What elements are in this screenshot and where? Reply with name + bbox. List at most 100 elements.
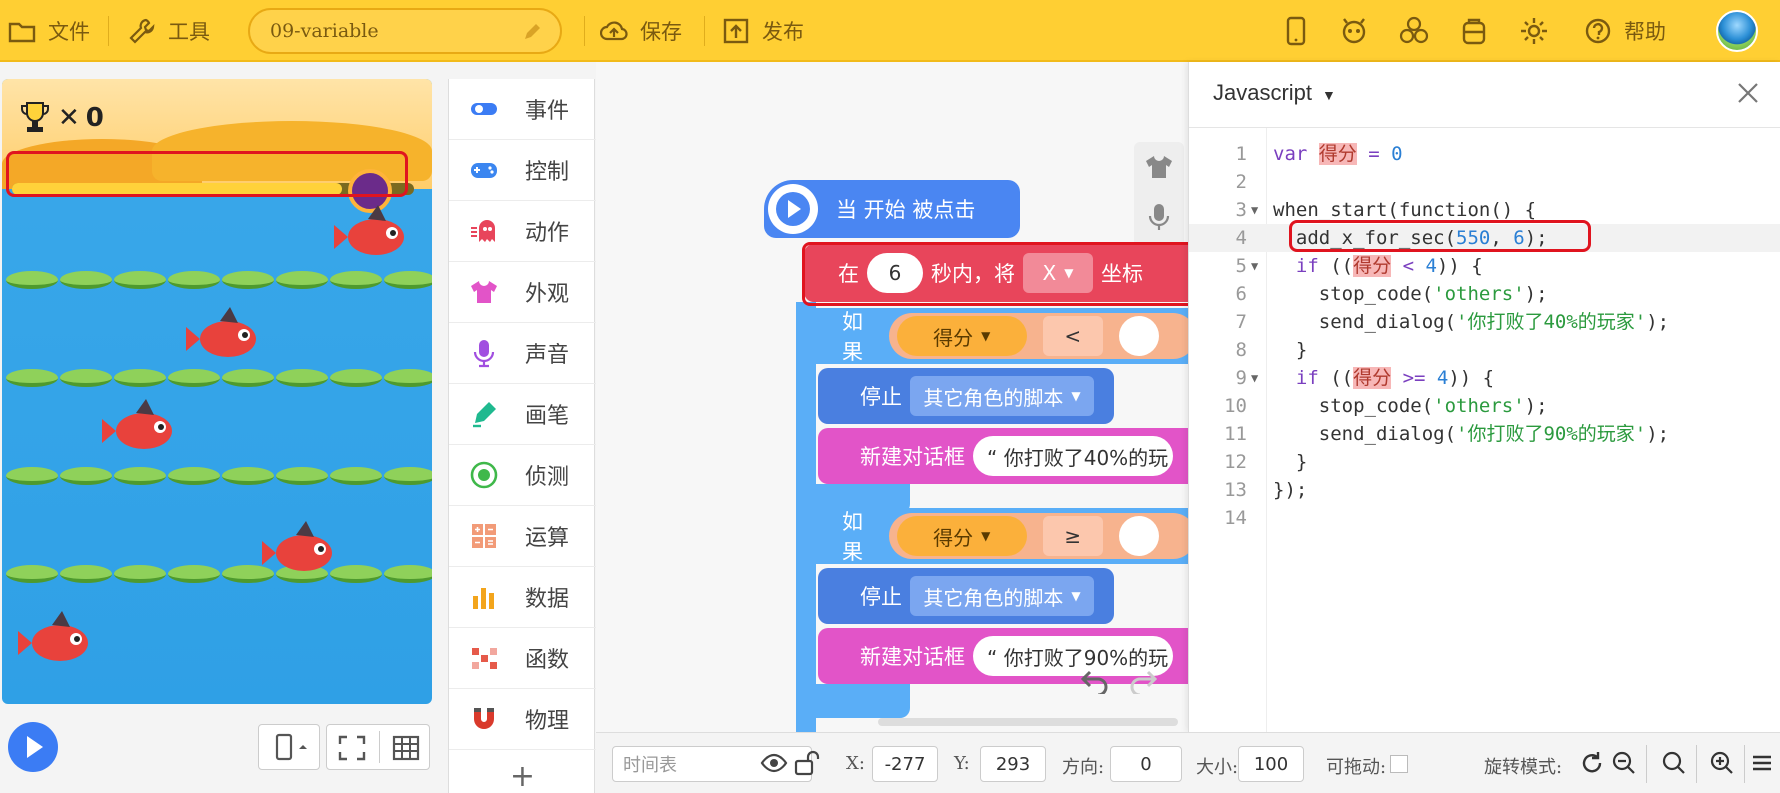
category-sensing[interactable]: 侦测 <box>449 445 596 506</box>
rotation-mode-label: 旋转模式: <box>1484 757 1563 778</box>
fold-arrow-icon[interactable]: ▼ <box>1251 252 1258 280</box>
help-button[interactable]: 帮助 <box>1584 12 1666 50</box>
backpack-icon[interactable] <box>1458 15 1490 47</box>
compare-value-input[interactable] <box>1118 316 1159 356</box>
token: if <box>1295 367 1319 389</box>
size-input[interactable]: 100 <box>1238 746 1304 782</box>
multiply-icon: ✕ <box>58 103 80 133</box>
view-controls <box>326 724 430 770</box>
fold-arrow-icon[interactable]: ▼ <box>1251 364 1258 392</box>
toolbar-divider <box>108 16 109 46</box>
when-start-hat-block[interactable]: 当 开始 被点击 <box>764 180 1020 238</box>
fish-sprite[interactable] <box>16 609 100 669</box>
eye-icon[interactable] <box>760 749 788 777</box>
undo-icon[interactable] <box>1080 668 1110 694</box>
token: = <box>1356 143 1392 165</box>
save-label: 保存 <box>640 20 682 44</box>
line-number: 9 <box>1235 367 1247 389</box>
edit-pencil-icon[interactable] <box>522 22 542 42</box>
token: stop_code( <box>1273 395 1434 417</box>
fish-sprite[interactable] <box>184 305 268 365</box>
token: 得分 <box>1353 255 1392 277</box>
fish-sprite[interactable] <box>100 397 184 457</box>
character-icon[interactable] <box>1338 15 1370 47</box>
if-block[interactable]: 如果 得分 ▼ < <box>796 308 1196 364</box>
category-events[interactable]: 事件 <box>449 79 596 140</box>
tools-menu[interactable]: 工具 <box>128 12 210 50</box>
new-dialog-block[interactable]: 新建对话框 “ 你打败了40%的玩 <box>818 428 1198 484</box>
stop-target-dropdown[interactable]: 其它角色的脚本 ▼ <box>910 576 1094 616</box>
calculator-icon <box>472 524 496 548</box>
stop-block[interactable]: 停止 其它角色的脚本 ▼ <box>818 368 1114 424</box>
variable-dropdown[interactable]: 得分 ▼ <box>896 516 1027 556</box>
close-icon[interactable] <box>1735 80 1761 106</box>
token: >= <box>1391 367 1437 389</box>
category-operators[interactable]: 运算 <box>449 506 596 567</box>
zoom-out-icon[interactable] <box>1610 749 1638 777</box>
compare-value-input[interactable] <box>1118 516 1159 556</box>
code-line: 6 stop_code('others'); <box>1189 280 1780 308</box>
stop-target-dropdown[interactable]: 其它角色的脚本 ▼ <box>910 376 1094 416</box>
y-position-input[interactable]: 293 <box>980 746 1046 782</box>
zoom-reset-icon[interactable] <box>1660 749 1688 777</box>
add-extension-icon[interactable]: + <box>449 759 596 793</box>
compare-condition[interactable]: 得分 ▼ ≥ <box>888 513 1196 559</box>
direction-input[interactable]: 0 <box>1110 746 1182 782</box>
line-number: 11 <box>1224 423 1247 445</box>
shirt-icon[interactable] <box>1144 152 1174 182</box>
user-avatar[interactable] <box>1716 10 1758 52</box>
menu-icon[interactable] <box>1748 749 1776 777</box>
operator-dropdown[interactable]: < <box>1042 316 1103 356</box>
microphone-icon <box>473 340 495 368</box>
project-name-field[interactable]: 09-variable <box>248 8 562 54</box>
category-sound[interactable]: 声音 <box>449 323 596 384</box>
publish-button[interactable]: 发布 <box>722 12 804 50</box>
category-looks[interactable]: 外观 <box>449 262 596 323</box>
redo-icon[interactable] <box>1128 668 1158 694</box>
device-toggle-button[interactable] <box>258 724 320 770</box>
run-button[interactable] <box>8 722 58 772</box>
phone-icon <box>275 733 307 761</box>
workspace-horizontal-scrollbar[interactable] <box>878 718 1178 726</box>
modules-icon[interactable] <box>1398 15 1430 47</box>
grid-icon[interactable] <box>391 734 421 762</box>
dialog-text-input[interactable]: “ 你打败了40%的玩 <box>973 436 1173 476</box>
category-motion[interactable]: 动作 <box>449 201 596 262</box>
fold-arrow-icon[interactable]: ▼ <box>1251 196 1258 224</box>
compare-condition[interactable]: 得分 ▼ < <box>888 313 1196 359</box>
x-position-input[interactable]: -277 <box>872 746 938 782</box>
code-editor[interactable]: 1 var 得分 = 0 2 3 ▼ when_start(function() { … <box>1189 128 1780 529</box>
score-value: 0 <box>85 103 104 133</box>
stop-block[interactable]: 停止 其它角色的脚本 ▼ <box>818 568 1114 624</box>
category-pen[interactable]: 画笔 <box>449 384 596 445</box>
lily-pad <box>6 467 58 485</box>
game-stage[interactable]: ✕ 0 <box>2 79 432 704</box>
fullscreen-icon[interactable] <box>337 734 367 762</box>
category-data[interactable]: 数据 <box>449 567 596 628</box>
microphone-icon[interactable] <box>1144 202 1174 232</box>
rotate-icon[interactable] <box>1578 749 1606 777</box>
draggable-checkbox[interactable] <box>1390 755 1408 773</box>
code-line: 10 stop_code('others'); <box>1189 392 1780 420</box>
operator-dropdown[interactable]: ≥ <box>1042 516 1103 556</box>
zoom-in-icon[interactable] <box>1708 749 1736 777</box>
phone-icon[interactable] <box>1280 15 1312 47</box>
category-functions[interactable]: 函数 <box>449 628 596 689</box>
save-button[interactable]: 保存 <box>600 12 682 50</box>
lily-pad <box>384 369 432 387</box>
fish-sprite[interactable] <box>332 203 416 263</box>
category-control[interactable]: 控制 <box>449 140 596 201</box>
trophy-icon <box>21 102 49 132</box>
help-label: 帮助 <box>1624 20 1666 44</box>
language-dropdown[interactable]: Javascript ▼ <box>1213 80 1336 106</box>
code-line: 9 ▼ if ((得分 >= 4)) { <box>1189 364 1780 392</box>
fish-sprite[interactable] <box>260 519 344 579</box>
dialog-label: 新建对话框 <box>860 645 965 669</box>
unlock-icon[interactable] <box>792 749 820 777</box>
category-physics[interactable]: 物理 <box>449 689 596 750</box>
file-menu[interactable]: 文件 <box>8 12 90 50</box>
gear-icon[interactable] <box>1518 15 1550 47</box>
variable-dropdown[interactable]: 得分 ▼ <box>896 316 1027 356</box>
token: send_dialog( <box>1273 311 1457 333</box>
if-block[interactable]: 如果 得分 ▼ ≥ <box>796 508 1196 564</box>
